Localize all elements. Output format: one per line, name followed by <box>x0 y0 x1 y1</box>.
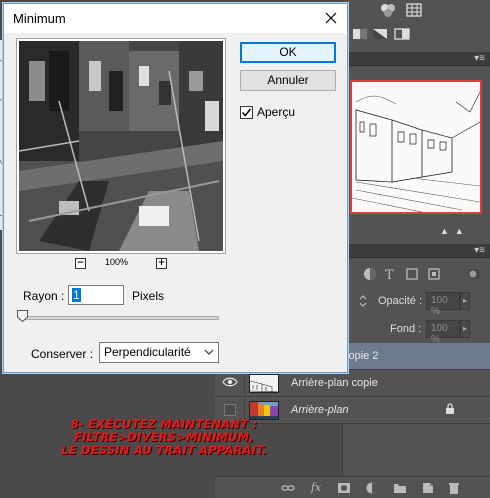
layer-name: Arrière-plan <box>291 404 349 416</box>
filter-toggle-icon[interactable] <box>465 266 483 282</box>
filter-type-icon[interactable]: T <box>381 266 399 282</box>
preview-checkbox[interactable] <box>240 106 253 119</box>
navigator-preview[interactable] <box>350 80 482 214</box>
layer-name: copie 2 <box>343 350 379 362</box>
chevron-down-icon <box>204 349 214 355</box>
opacity-field[interactable]: 100 % <box>426 292 460 317</box>
folder-icon[interactable] <box>393 481 407 495</box>
blend-mode-chevron-icon[interactable] <box>358 294 368 308</box>
panel-menu-icon[interactable]: ▾≡ <box>474 245 485 257</box>
fx-icon[interactable]: fx <box>309 481 323 495</box>
panel-menu-icon[interactable]: ▾≡ <box>474 53 485 65</box>
svg-text:T: T <box>385 268 394 282</box>
radius-label: Rayon : <box>23 289 65 303</box>
mask-icon[interactable] <box>337 481 351 495</box>
filter-adjustment-icon[interactable] <box>361 266 379 282</box>
panel-tab-bar-navigator: ▾≡ <box>343 52 490 66</box>
checkmark-icon <box>241 108 252 117</box>
zoom-out-icon[interactable]: − <box>75 258 86 269</box>
navigator-zoom-triangles[interactable]: ▲▲ <box>440 226 470 236</box>
fill-label: Fond : <box>390 323 422 335</box>
ok-button[interactable]: OK <box>240 42 336 63</box>
layer-name: Arrière-plan copie <box>291 377 378 389</box>
layer-row[interactable]: Arrière-plan copie <box>215 370 490 397</box>
radius-slider-thumb[interactable] <box>17 310 28 322</box>
invert-icon[interactable] <box>371 26 389 42</box>
filter-smart-object-icon[interactable] <box>425 266 443 282</box>
dialog-titlebar[interactable]: Minimum <box>4 4 347 33</box>
minimum-filter-dialog: Minimum − 100% + OK Annuler Aperçu Rayon… <box>3 3 348 373</box>
channel-mixer-icon[interactable] <box>379 2 397 18</box>
trash-icon[interactable] <box>447 481 461 495</box>
preview-label[interactable]: Aperçu <box>257 105 295 119</box>
opacity-dropdown[interactable]: ▸ <box>460 292 470 310</box>
zoom-in-icon[interactable]: + <box>156 258 167 269</box>
cancel-button[interactable]: Annuler <box>240 70 336 91</box>
radius-value: 1 <box>72 288 81 302</box>
radius-slider-track[interactable] <box>19 316 219 320</box>
layer-thumbnail <box>249 374 279 393</box>
adjustment-icon[interactable] <box>365 481 379 495</box>
layer-separator <box>244 370 245 397</box>
preserve-label: Conserver : <box>31 347 94 361</box>
tutorial-annotation: 8- Exécutez maintenant : Filtre>Divers>M… <box>52 418 276 457</box>
filter-shape-icon[interactable] <box>403 266 421 282</box>
panel-tab-bar-layers: ▾≡ <box>343 244 490 258</box>
visibility-toggle[interactable] <box>224 404 236 416</box>
layers-opacity-row: Opacité : 100 % ▸ <box>342 290 490 317</box>
preserve-select-value: Perpendicularité <box>104 345 191 359</box>
opacity-label: Opacité : <box>378 295 423 307</box>
gradient-map-icon[interactable] <box>351 26 369 42</box>
layers-footer-toolbar: fx <box>215 476 490 498</box>
navigator-thumbnail <box>351 82 481 213</box>
zoom-value: 100% <box>105 257 129 267</box>
layers-fill-row: Fond : 100 % ▸ <box>342 318 490 345</box>
annotation-line: le dessin au trait apparait. <box>61 443 267 457</box>
link-icon[interactable] <box>281 481 295 495</box>
radius-unit-label: Pixels <box>132 289 165 303</box>
radius-input[interactable]: 1 <box>68 285 124 305</box>
close-icon[interactable] <box>323 10 339 26</box>
new-layer-icon[interactable] <box>421 481 435 495</box>
color-lookup-icon[interactable] <box>405 2 423 18</box>
dialog-title: Minimum <box>13 11 66 26</box>
filter-preview-frame <box>16 38 226 254</box>
preserve-select[interactable]: Perpendicularité <box>99 342 219 363</box>
lock-icon <box>445 403 455 415</box>
fill-field[interactable]: 100 % <box>426 320 460 345</box>
fill-dropdown[interactable]: ▸ <box>460 320 470 338</box>
filter-preview-image[interactable] <box>19 41 223 251</box>
selective-color-icon[interactable] <box>393 26 411 42</box>
eye-icon[interactable] <box>221 376 239 390</box>
